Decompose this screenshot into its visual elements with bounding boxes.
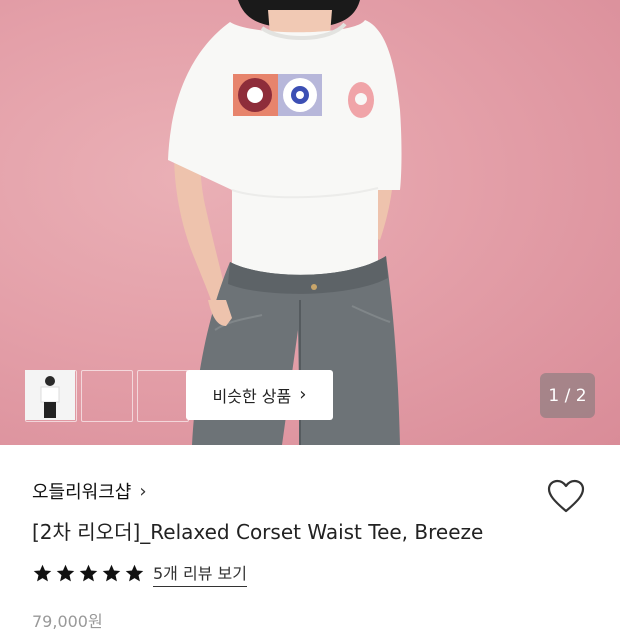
brand-name: 오들리워크샵 <box>32 482 132 503</box>
thumbnail-3[interactable] <box>25 370 189 422</box>
heart-icon[interactable] <box>546 478 586 514</box>
thumbnail-2[interactable] <box>25 370 133 422</box>
brand-link[interactable]: 오들리워크샵 › <box>32 478 147 504</box>
similar-products-button[interactable]: 비슷한 상품 › <box>186 370 333 420</box>
star-icon <box>56 564 75 582</box>
rating-row: 5개 리뷰 보기 <box>32 560 247 587</box>
thumbnail-strip <box>25 370 189 422</box>
chevron-right-icon: › <box>139 480 147 502</box>
star-icon <box>79 564 98 582</box>
chevron-right-icon: › <box>299 384 307 405</box>
product-price: 79,000원 <box>32 612 103 631</box>
image-counter: 1 / 2 <box>540 373 595 418</box>
similar-products-label: 비슷한 상품 <box>212 387 292 406</box>
review-link[interactable]: 5개 리뷰 보기 <box>153 560 247 587</box>
rating-stars <box>32 563 145 584</box>
star-icon <box>33 564 52 582</box>
star-icon <box>102 564 121 582</box>
star-icon <box>125 564 144 582</box>
product-hero-image[interactable]: 비슷한 상품 › 1 / 2 <box>0 0 620 445</box>
product-title: [2차 리오더]_Relaxed Corset Waist Tee, Breez… <box>32 520 484 544</box>
